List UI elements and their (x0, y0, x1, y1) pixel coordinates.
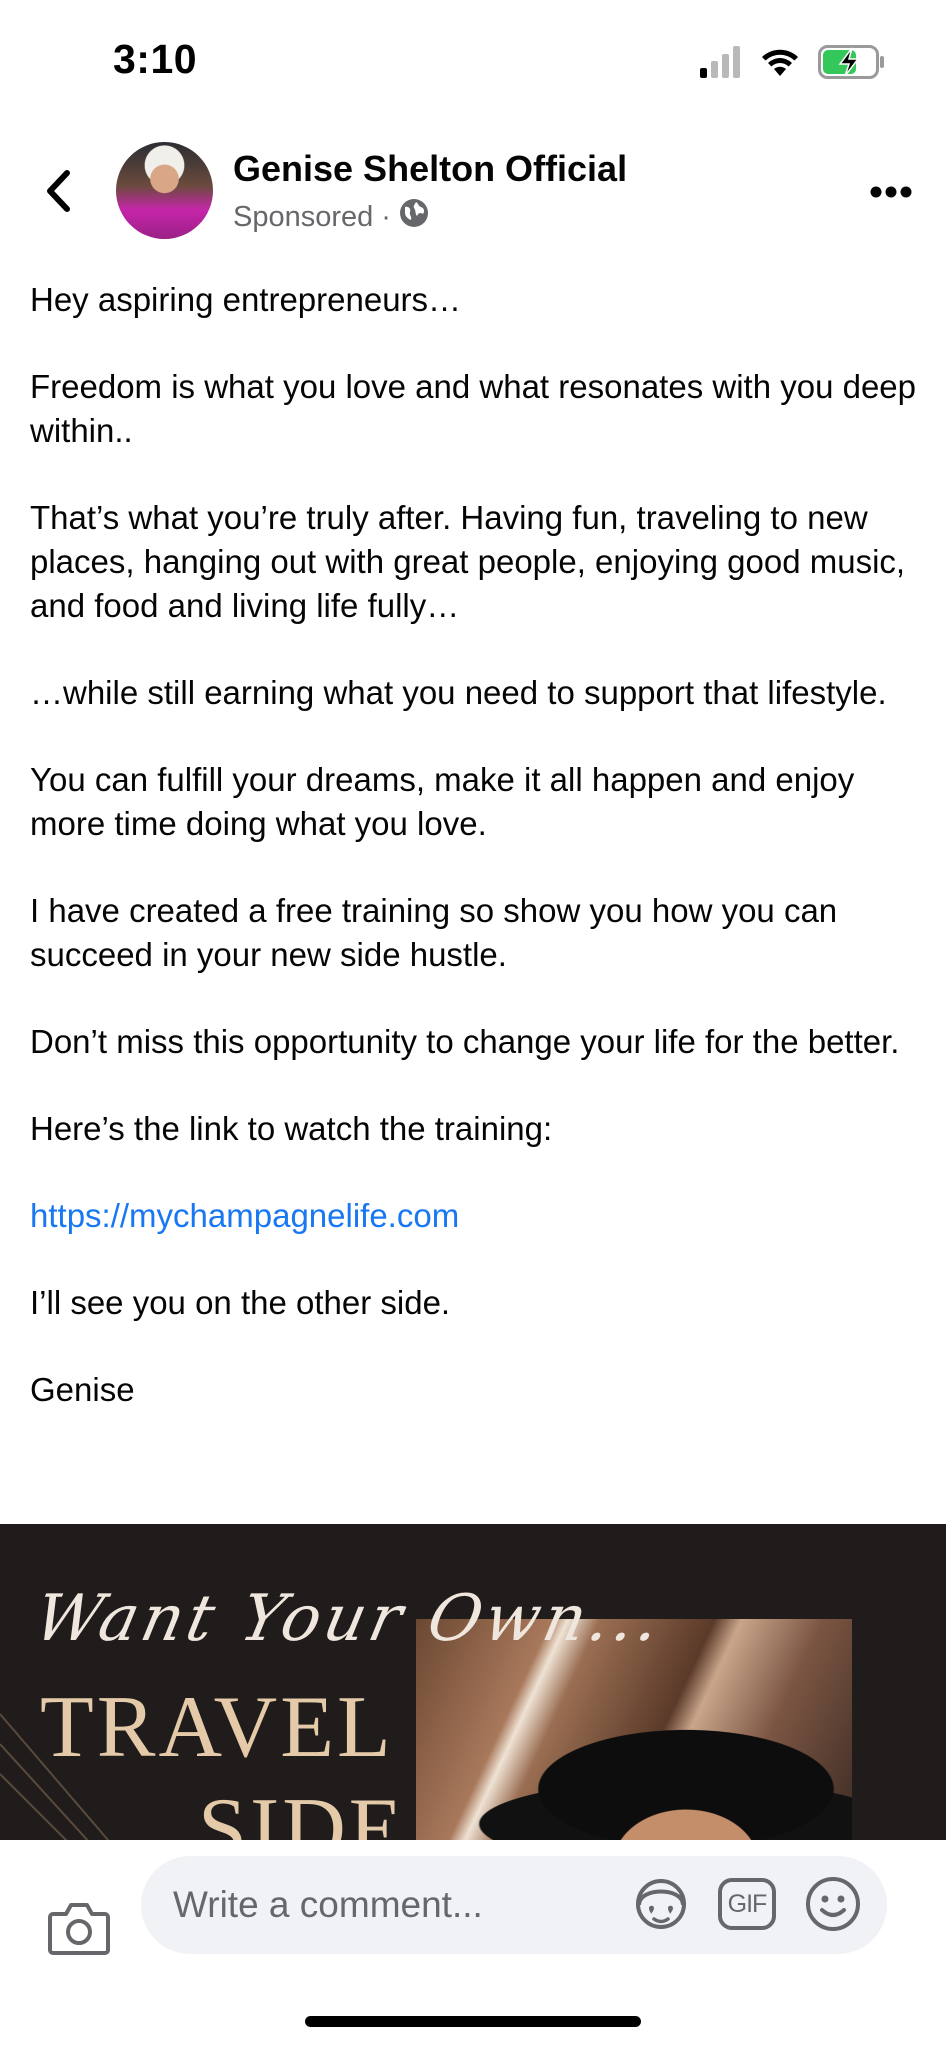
status-icons (700, 44, 886, 84)
comment-input-container[interactable]: GIF (141, 1856, 887, 1954)
wifi-icon (760, 47, 800, 82)
avatar[interactable] (116, 142, 213, 239)
status-time: 3:10 (113, 36, 198, 82)
cellular-signal-icon (700, 45, 742, 83)
post-meta: Sponsored · (233, 198, 429, 236)
avatar-sticker-icon (636, 1879, 686, 1929)
sponsored-label: Sponsored (233, 200, 374, 233)
emoji-button[interactable] (803, 1874, 863, 1934)
post-body: Hey aspiring entrepreneurs… Freedom is w… (30, 278, 920, 1455)
post-closing: I’ll see you on the other side. (30, 1284, 451, 1321)
post-signature: Genise (30, 1371, 135, 1408)
ad-title-line2: SIDE (198, 1781, 406, 1841)
training-link[interactable]: https://mychampagnelife.com (30, 1197, 459, 1234)
camera-button[interactable] (48, 1900, 110, 1956)
post-paragraph: Don’t miss this opportunity to change yo… (30, 1023, 900, 1060)
avatar-sticker-button[interactable] (631, 1874, 691, 1934)
more-horizontal-icon (870, 186, 912, 198)
camera-icon (48, 1903, 110, 1955)
post-paragraph: Here’s the link to watch the training: (30, 1110, 553, 1147)
battery-charging-icon (818, 44, 886, 84)
gif-label: GIF (727, 1889, 768, 1918)
post-paragraph: I have created a free training so show y… (30, 892, 838, 973)
post-paragraph: You can fulfill your dreams, make it all… (30, 761, 855, 842)
gif-button[interactable]: GIF (717, 1874, 777, 1934)
ad-script-text: Want Your Own... (28, 1582, 671, 1656)
more-options-button[interactable] (866, 172, 916, 212)
comment-input[interactable] (171, 1883, 615, 1927)
ad-title: TRAVEL (40, 1679, 394, 1776)
post-link-paragraph: https://mychampagnelife.com (30, 1194, 920, 1238)
author-name[interactable]: Genise Shelton Official (233, 148, 627, 190)
globe-icon (399, 198, 429, 236)
post-paragraph: That’s what you’re truly after. Having f… (30, 499, 906, 624)
meta-separator: · (381, 200, 391, 233)
back-button[interactable] (34, 165, 82, 217)
ad-image[interactable]: Want Your Own... TRAVEL SIDE (0, 1524, 946, 1840)
post-paragraph: …while still earning what you need to su… (30, 674, 887, 711)
comment-input-actions: GIF (631, 1874, 863, 1934)
home-indicator[interactable] (305, 2016, 641, 2027)
comment-bar: GIF (0, 1840, 946, 2048)
chevron-left-icon (47, 170, 70, 212)
emoji-icon (806, 1877, 860, 1931)
post-paragraph: Hey aspiring entrepreneurs… (30, 281, 462, 318)
post-paragraph: Freedom is what you love and what resona… (30, 368, 917, 449)
